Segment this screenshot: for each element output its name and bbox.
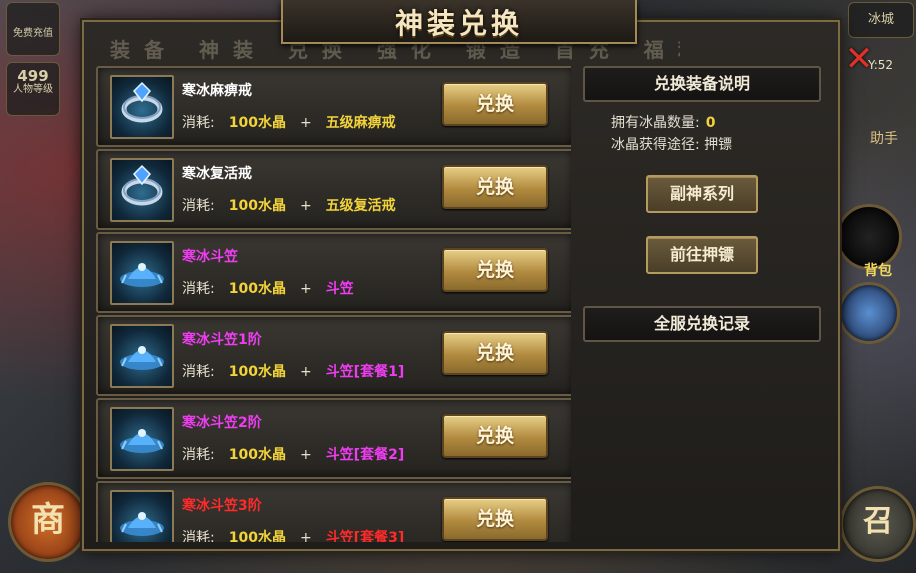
left-hud: 免费充值 499 人物等级 商 [0,0,88,573]
cost-requirement: 斗笠 [325,281,354,297]
item-cost: 消耗: 100水晶 + 五级复活戒 [182,195,396,215]
map-name: 冰城 [848,2,914,38]
item-name: 寒冰斗笠 [182,249,238,265]
escort-button[interactable]: 前往押镖 [646,236,758,274]
exchange-button[interactable]: 兑换 [442,414,548,458]
crystal-count-label: 拥有冰晶数量: [611,115,700,131]
cost-amount: 100水晶 [228,281,286,297]
exchange-item: 寒冰斗笠消耗: 100水晶 + 斗笠 兑换 [96,232,571,313]
item-cost: 消耗: 100水晶 + 斗笠[套餐2] [182,444,404,464]
level-caption: 人物等级 [13,84,53,95]
item-name: 寒冰斗笠1阶 [182,332,262,348]
item-name: 寒冰麻痹戒 [182,83,252,99]
exchange-button[interactable]: 兑换 [442,165,548,209]
ring-icon [110,158,174,222]
hat-icon [110,407,174,471]
recharge-icon[interactable]: 免费充值 [6,2,60,56]
skill-button[interactable] [838,282,900,344]
exchange-button[interactable]: 兑换 [442,248,548,292]
crystal-count-line: 拥有冰晶数量: 0 [611,112,715,132]
record-header: 全服兑换记录 [583,306,821,342]
cost-amount: 100水晶 [228,447,286,463]
cost-plus: + [299,364,312,380]
close-icon[interactable]: ✕ [842,42,876,78]
ring-icon [110,75,174,139]
cost-label: 消耗: [182,364,215,380]
cost-plus: + [299,447,312,463]
cost-label: 消耗: [182,281,215,297]
cost-label: 消耗: [182,530,215,542]
exchange-list: 寒冰麻痹戒 消耗: 100水晶 + 五级麻痹戒 兑换 寒冰复活戒 消耗: 100水晶 + 五级复活戒… [96,66,571,542]
cost-amount: 100水晶 [228,530,286,542]
hat-icon [110,241,174,305]
level-value: 499 [17,67,49,85]
cost-requirement: 斗笠[套餐3] [325,530,405,542]
exchange-item: 寒冰斗笠3阶消耗: 100水晶 + 斗笠[套餐3] 兑换 [96,481,571,542]
summon-char: 召 [863,504,893,539]
recharge-label: 免费充值 [13,28,53,39]
exchange-button[interactable]: 兑换 [442,497,548,541]
level-badge[interactable]: 499 人物等级 [6,62,60,116]
cost-label: 消耗: [182,115,215,131]
shop-char: 商 [31,500,65,540]
info-header: 兑换装备说明 [583,66,821,102]
exchange-button[interactable]: 兑换 [442,331,548,375]
series-button[interactable]: 副神系列 [646,175,758,213]
exchange-item: 寒冰斗笠1阶 消耗: 100水晶 + 斗笠[套餐1] 兑换 [96,315,571,396]
crystal-count-value: 0 [705,115,716,131]
cost-amount: 100水晶 [228,115,286,131]
cost-plus: + [299,198,312,214]
cost-plus: + [299,115,312,131]
item-name: 寒冰斗笠2阶 [182,415,262,431]
hat-icon [110,490,174,542]
cost-requirement: 五级复活戒 [325,198,396,214]
item-cost: 消耗: 100水晶 + 五级麻痹戒 [182,112,396,132]
right-hud: 冰城 Y:52 助手 背包 召 [834,0,916,573]
title-plate: 神装兑换 [281,0,637,44]
summon-button[interactable]: 召 [840,486,916,562]
assist-label[interactable]: 助手 [870,128,898,148]
exchange-item: 寒冰斗笠2阶 消耗: 100水晶 + 斗笠[套餐2] 兑换 [96,398,571,479]
exchange-item: 寒冰麻痹戒消耗: 100水晶 + 五级麻痹戒 兑换 [96,66,571,147]
cost-label: 消耗: [182,447,215,463]
shop-button[interactable]: 商 [8,482,88,562]
item-cost: 消耗: 100水晶 + 斗笠[套餐3] [182,527,404,542]
hat-icon [110,324,174,388]
cost-label: 消耗: [182,198,215,214]
exchange-item: 寒冰复活戒消耗: 100水晶 + 五级复活戒 兑换 [96,149,571,230]
item-name: 寒冰复活戒 [182,166,252,182]
cost-amount: 100水晶 [228,198,286,214]
cost-requirement: 斗笠[套餐2] [325,447,405,463]
cost-requirement: 五级麻痹戒 [325,115,396,131]
cost-amount: 100水晶 [228,364,286,380]
bag-label[interactable]: 背包 [864,260,892,280]
cost-requirement: 斗笠[套餐1] [325,364,405,380]
cost-plus: + [299,530,312,542]
cost-plus: + [299,281,312,297]
item-name: 寒冰斗笠3阶 [182,498,262,514]
item-cost: 消耗: 100水晶 + 斗笠 [182,278,354,298]
crystal-source-line: 冰晶获得途径: 押镖 [611,137,733,153]
page-title: 神装兑换 [394,7,523,40]
exchange-button[interactable]: 兑换 [442,82,548,126]
item-cost: 消耗: 100水晶 + 斗笠[套餐1] [182,361,404,381]
